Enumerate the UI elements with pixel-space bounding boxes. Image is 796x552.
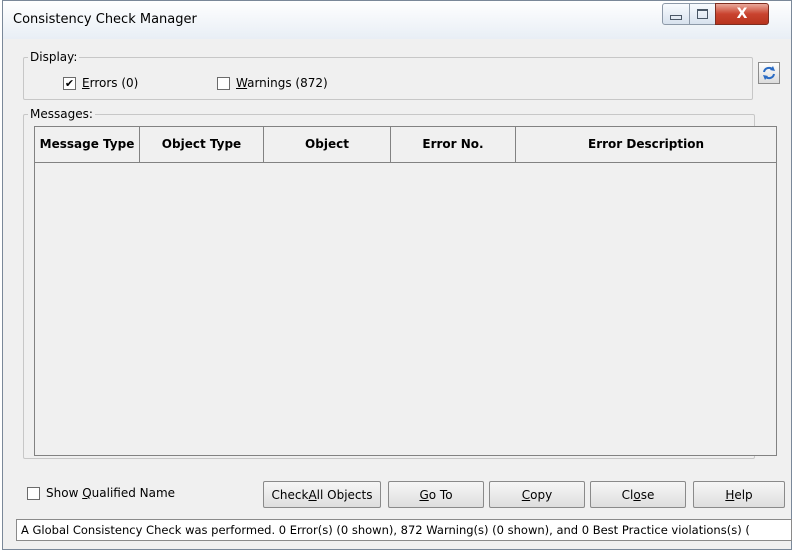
go-to-button[interactable]: Go To xyxy=(388,481,484,508)
errors-checkbox-box[interactable]: ✔ xyxy=(63,76,76,90)
maximize-icon xyxy=(697,9,708,19)
close-window-button[interactable]: X xyxy=(715,3,769,25)
display-group: Display: xyxy=(23,50,753,100)
errors-checkbox-label: Errors (0) xyxy=(82,76,139,90)
status-bar: A Global Consistency Check was performed… xyxy=(16,519,792,541)
display-legend: Display: xyxy=(30,50,78,64)
window-title: Consistency Check Manager xyxy=(13,12,197,27)
check-all-objects-button[interactable]: Check All Objects xyxy=(263,481,381,508)
warnings-checkbox-box[interactable] xyxy=(217,76,230,90)
warnings-checkbox-label: Warnings (872) xyxy=(236,76,328,90)
minimize-icon xyxy=(670,14,682,20)
column-object-type[interactable]: Object Type xyxy=(140,127,264,162)
warnings-checkbox[interactable]: Warnings (872) xyxy=(217,76,328,90)
errors-checkbox[interactable]: ✔ Errors (0) xyxy=(63,76,138,90)
refresh-button[interactable] xyxy=(758,62,780,84)
column-object[interactable]: Object xyxy=(264,127,391,162)
show-qualified-name-checkbox[interactable]: Show Qualified Name xyxy=(27,486,175,500)
help-button[interactable]: Help xyxy=(693,481,785,508)
copy-button[interactable]: Copy xyxy=(489,481,585,508)
close-icon: X xyxy=(736,6,748,22)
check-icon: ✔ xyxy=(64,76,75,90)
refresh-icon xyxy=(763,66,775,80)
messages-table[interactable]: Message Type Object Type Object Error No… xyxy=(34,126,777,456)
column-error-description[interactable]: Error Description xyxy=(516,127,776,162)
title-bar: Consistency Check Manager X xyxy=(3,1,791,39)
column-error-no[interactable]: Error No. xyxy=(391,127,516,162)
show-qualified-name-label: Show Qualified Name xyxy=(46,486,176,500)
column-message-type[interactable]: Message Type xyxy=(35,127,140,162)
show-qualified-name-box[interactable] xyxy=(27,486,40,500)
minimize-button[interactable] xyxy=(662,3,690,25)
close-button[interactable]: Cl o se xyxy=(590,481,686,508)
messages-legend: Messages: xyxy=(30,107,93,121)
table-header: Message Type Object Type Object Error No… xyxy=(35,127,776,163)
maximize-button[interactable] xyxy=(689,3,716,25)
